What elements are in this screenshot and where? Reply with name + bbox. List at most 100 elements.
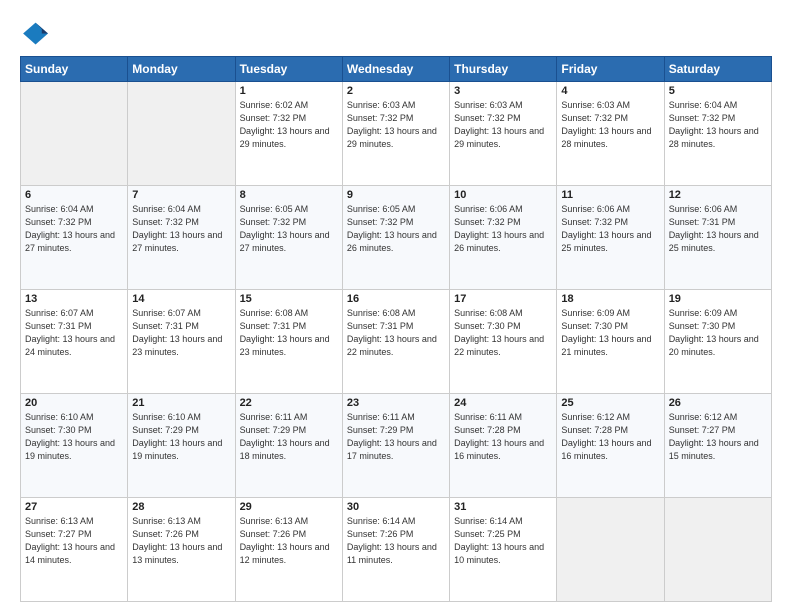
calendar-cell: 4 Sunrise: 6:03 AM Sunset: 7:32 PM Daylig… <box>557 82 664 186</box>
calendar-cell: 24Sunrise: 6:11 AM Sunset: 7:28 PM Dayli… <box>450 394 557 498</box>
calendar-cell: 2 Sunrise: 6:03 AM Sunset: 7:32 PM Daylig… <box>342 82 449 186</box>
day-info: Sunrise: 6:12 AM Sunset: 7:28 PM Dayligh… <box>561 411 659 463</box>
day-number: 30 <box>347 501 445 513</box>
calendar-cell: 5 Sunrise: 6:04 AM Sunset: 7:32 PM Daylig… <box>664 82 771 186</box>
weekday-header-cell: Thursday <box>450 57 557 82</box>
calendar-cell: 21Sunrise: 6:10 AM Sunset: 7:29 PM Dayli… <box>128 394 235 498</box>
calendar-cell <box>21 82 128 186</box>
calendar-cell: 20 Sunrise: 6:10 AM Sunset: 7:30 PM Dayli… <box>21 394 128 498</box>
calendar-cell: 22 Sunrise: 6:11 AM Sunset: 7:29 PM Dayli… <box>235 394 342 498</box>
calendar-cell: 1 Sunrise: 6:02 AM Sunset: 7:32 PM Daylig… <box>235 82 342 186</box>
calendar-week-row: 20 Sunrise: 6:10 AM Sunset: 7:30 PM Dayli… <box>21 394 772 498</box>
weekday-header-cell: Wednesday <box>342 57 449 82</box>
day-number: 3 <box>454 85 552 97</box>
day-info: Sunrise: 6:11 AM Sunset: 7:28 PM Dayligh… <box>454 411 552 463</box>
day-info: Sunrise: 6:03 AM Sunset: 7:32 PM Dayligh… <box>454 99 552 151</box>
calendar-cell: 16Sunrise: 6:08 AM Sunset: 7:31 PM Dayli… <box>342 290 449 394</box>
day-number: 28 <box>132 501 230 513</box>
calendar-cell: 23 Sunrise: 6:11 AM Sunset: 7:29 PM Dayli… <box>342 394 449 498</box>
day-info: Sunrise: 6:10 AM Sunset: 7:30 PM Dayligh… <box>25 411 123 463</box>
calendar-body: 1 Sunrise: 6:02 AM Sunset: 7:32 PM Daylig… <box>21 82 772 602</box>
day-info: Sunrise: 6:14 AM Sunset: 7:26 PM Dayligh… <box>347 515 445 567</box>
calendar-week-row: 13 Sunrise: 6:07 AM Sunset: 7:31 PM Dayli… <box>21 290 772 394</box>
calendar-cell: 15Sunrise: 6:08 AM Sunset: 7:31 PM Dayli… <box>235 290 342 394</box>
day-info: Sunrise: 6:03 AM Sunset: 7:32 PM Dayligh… <box>347 99 445 151</box>
day-info: Sunrise: 6:06 AM Sunset: 7:32 PM Dayligh… <box>561 203 659 255</box>
calendar-cell: 17Sunrise: 6:08 AM Sunset: 7:30 PM Dayli… <box>450 290 557 394</box>
day-info: Sunrise: 6:05 AM Sunset: 7:32 PM Dayligh… <box>240 203 338 255</box>
calendar-week-row: 6Sunrise: 6:04 AM Sunset: 7:32 PM Daylig… <box>21 186 772 290</box>
calendar-cell: 12 Sunrise: 6:06 AM Sunset: 7:31 PM Dayli… <box>664 186 771 290</box>
calendar-cell: 11 Sunrise: 6:06 AM Sunset: 7:32 PM Dayli… <box>557 186 664 290</box>
day-info: Sunrise: 6:04 AM Sunset: 7:32 PM Dayligh… <box>25 203 123 255</box>
calendar-cell: 3 Sunrise: 6:03 AM Sunset: 7:32 PM Daylig… <box>450 82 557 186</box>
weekday-header-row: SundayMondayTuesdayWednesdayThursdayFrid… <box>21 57 772 82</box>
day-info: Sunrise: 6:06 AM Sunset: 7:31 PM Dayligh… <box>669 203 767 255</box>
calendar-cell: 9Sunrise: 6:05 AM Sunset: 7:32 PM Daylig… <box>342 186 449 290</box>
day-number: 5 <box>669 85 767 97</box>
day-info: Sunrise: 6:04 AM Sunset: 7:32 PM Dayligh… <box>669 99 767 151</box>
calendar-week-row: 1 Sunrise: 6:02 AM Sunset: 7:32 PM Daylig… <box>21 82 772 186</box>
calendar-cell: 18Sunrise: 6:09 AM Sunset: 7:30 PM Dayli… <box>557 290 664 394</box>
day-info: Sunrise: 6:13 AM Sunset: 7:26 PM Dayligh… <box>132 515 230 567</box>
day-number: 4 <box>561 85 659 97</box>
day-info: Sunrise: 6:09 AM Sunset: 7:30 PM Dayligh… <box>669 307 767 359</box>
day-info: Sunrise: 6:11 AM Sunset: 7:29 PM Dayligh… <box>240 411 338 463</box>
logo-icon <box>20 18 48 46</box>
day-number: 11 <box>561 189 659 201</box>
day-number: 26 <box>669 397 767 409</box>
day-number: 15 <box>240 293 338 305</box>
day-number: 13 <box>25 293 123 305</box>
calendar-week-row: 27 Sunrise: 6:13 AM Sunset: 7:27 PM Dayli… <box>21 498 772 602</box>
day-info: Sunrise: 6:07 AM Sunset: 7:31 PM Dayligh… <box>25 307 123 359</box>
day-info: Sunrise: 6:10 AM Sunset: 7:29 PM Dayligh… <box>132 411 230 463</box>
calendar-cell: 30 Sunrise: 6:14 AM Sunset: 7:26 PM Dayli… <box>342 498 449 602</box>
calendar-cell: 19 Sunrise: 6:09 AM Sunset: 7:30 PM Dayli… <box>664 290 771 394</box>
day-info: Sunrise: 6:07 AM Sunset: 7:31 PM Dayligh… <box>132 307 230 359</box>
day-number: 27 <box>25 501 123 513</box>
day-number: 25 <box>561 397 659 409</box>
day-number: 19 <box>669 293 767 305</box>
day-number: 23 <box>347 397 445 409</box>
day-info: Sunrise: 6:08 AM Sunset: 7:31 PM Dayligh… <box>347 307 445 359</box>
day-number: 29 <box>240 501 338 513</box>
day-number: 22 <box>240 397 338 409</box>
day-info: Sunrise: 6:13 AM Sunset: 7:27 PM Dayligh… <box>25 515 123 567</box>
calendar-cell: 8 Sunrise: 6:05 AM Sunset: 7:32 PM Daylig… <box>235 186 342 290</box>
day-info: Sunrise: 6:02 AM Sunset: 7:32 PM Dayligh… <box>240 99 338 151</box>
day-info: Sunrise: 6:14 AM Sunset: 7:25 PM Dayligh… <box>454 515 552 567</box>
day-number: 1 <box>240 85 338 97</box>
calendar-cell: 7Sunrise: 6:04 AM Sunset: 7:32 PM Daylig… <box>128 186 235 290</box>
day-number: 8 <box>240 189 338 201</box>
day-number: 2 <box>347 85 445 97</box>
logo <box>20 18 52 46</box>
day-number: 20 <box>25 397 123 409</box>
calendar-cell: 29 Sunrise: 6:13 AM Sunset: 7:26 PM Dayli… <box>235 498 342 602</box>
day-number: 17 <box>454 293 552 305</box>
calendar-cell: 14 Sunrise: 6:07 AM Sunset: 7:31 PM Dayli… <box>128 290 235 394</box>
weekday-header-cell: Friday <box>557 57 664 82</box>
calendar-cell: 13 Sunrise: 6:07 AM Sunset: 7:31 PM Dayli… <box>21 290 128 394</box>
weekday-header-cell: Sunday <box>21 57 128 82</box>
page: SundayMondayTuesdayWednesdayThursdayFrid… <box>0 0 792 612</box>
calendar-cell: 28 Sunrise: 6:13 AM Sunset: 7:26 PM Dayli… <box>128 498 235 602</box>
calendar-cell: 31 Sunrise: 6:14 AM Sunset: 7:25 PM Dayli… <box>450 498 557 602</box>
day-info: Sunrise: 6:11 AM Sunset: 7:29 PM Dayligh… <box>347 411 445 463</box>
day-info: Sunrise: 6:03 AM Sunset: 7:32 PM Dayligh… <box>561 99 659 151</box>
day-number: 31 <box>454 501 552 513</box>
calendar-cell: 10Sunrise: 6:06 AM Sunset: 7:32 PM Dayli… <box>450 186 557 290</box>
calendar-cell: 6Sunrise: 6:04 AM Sunset: 7:32 PM Daylig… <box>21 186 128 290</box>
day-info: Sunrise: 6:04 AM Sunset: 7:32 PM Dayligh… <box>132 203 230 255</box>
weekday-header-cell: Tuesday <box>235 57 342 82</box>
calendar-table: SundayMondayTuesdayWednesdayThursdayFrid… <box>20 56 772 602</box>
calendar-cell <box>557 498 664 602</box>
calendar-cell <box>664 498 771 602</box>
day-number: 14 <box>132 293 230 305</box>
weekday-header-cell: Monday <box>128 57 235 82</box>
calendar-cell: 25 Sunrise: 6:12 AM Sunset: 7:28 PM Dayli… <box>557 394 664 498</box>
day-info: Sunrise: 6:05 AM Sunset: 7:32 PM Dayligh… <box>347 203 445 255</box>
day-number: 12 <box>669 189 767 201</box>
day-info: Sunrise: 6:13 AM Sunset: 7:26 PM Dayligh… <box>240 515 338 567</box>
calendar-cell <box>128 82 235 186</box>
day-info: Sunrise: 6:06 AM Sunset: 7:32 PM Dayligh… <box>454 203 552 255</box>
